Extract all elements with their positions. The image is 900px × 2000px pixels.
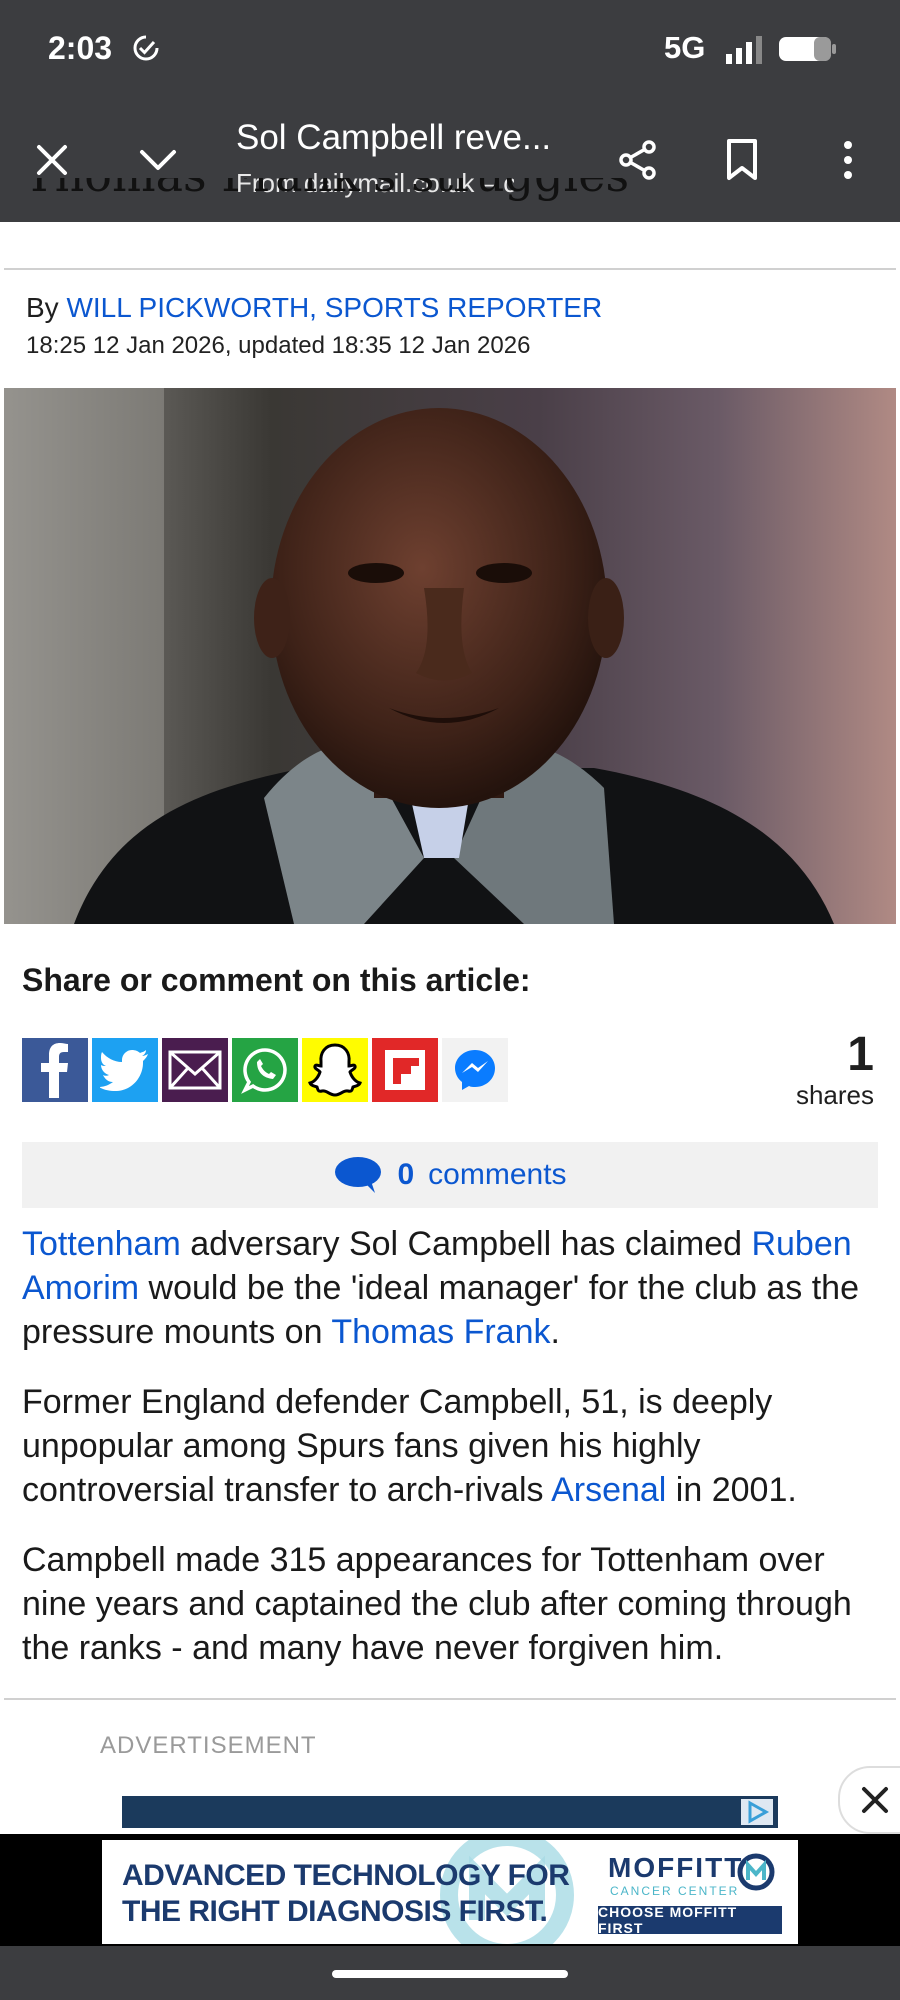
banner-brand: MOFFITT: [608, 1852, 744, 1883]
share-count-number: 1: [847, 1028, 874, 1081]
whatsapp-share-button[interactable]: [232, 1038, 298, 1102]
flipboard-share-button[interactable]: [372, 1038, 438, 1102]
messenger-share-button[interactable]: [442, 1038, 508, 1102]
status-bar: 2:03 5G: [0, 0, 900, 100]
more-menu-button[interactable]: [818, 130, 878, 190]
article-paragraph: Campbell made 315 appearances for Totten…: [22, 1541, 852, 1667]
moffitt-logo-icon: [737, 1853, 775, 1891]
facebook-share-button[interactable]: [22, 1038, 88, 1102]
author-link[interactable]: WILL PICKWORTH, SPORTS REPORTER: [66, 292, 602, 323]
chevron-down-icon: [140, 150, 176, 170]
moffitt-banner-ad[interactable]: ADVANCED TECHNOLOGY FOR THE RIGHT DIAGNO…: [102, 1840, 798, 1944]
signal-icon: [726, 36, 762, 64]
byline-prefix: By: [26, 292, 59, 323]
share-count: 1 shares: [796, 1030, 874, 1111]
article-photo: [4, 388, 896, 924]
page-title: Sol Campbell reve...: [236, 118, 552, 157]
banner-line: ADVANCED TECHNOLOGY FOR: [122, 1859, 570, 1892]
comments-count: 0: [397, 1158, 415, 1191]
tottenham-link[interactable]: Tottenham: [22, 1225, 181, 1263]
comments-button[interactable]: 0 comments: [22, 1142, 878, 1208]
article-paragraph: Former England defender Campbell, 51, is…: [22, 1380, 884, 1512]
share-heading: Share or comment on this article:: [22, 962, 531, 998]
bookmark-icon: [727, 139, 757, 180]
banner-line: THE RIGHT DIAGNOSIS FIRST.: [122, 1895, 548, 1928]
divider: [4, 268, 896, 270]
byline: By WILL PICKWORTH, SPORTS REPORTER: [26, 292, 602, 324]
arsenal-link[interactable]: Arsenal: [551, 1471, 666, 1509]
comment-bubble-icon: [335, 1157, 382, 1193]
banner-brand-sub: CANCER CENTER: [610, 1884, 740, 1898]
twitter-share-button[interactable]: [92, 1038, 158, 1102]
comments-label: comments: [428, 1158, 567, 1191]
network-type: 5G: [664, 30, 706, 65]
share-icons: [22, 1038, 508, 1102]
whatsapp-icon: [241, 1048, 287, 1094]
email-share-button[interactable]: [162, 1038, 228, 1102]
twitter-icon: [100, 1050, 148, 1091]
snapchat-share-button[interactable]: [302, 1038, 368, 1102]
advertisement-slot[interactable]: [122, 1796, 778, 1828]
share-icon: [619, 140, 656, 180]
more-vert-icon: [844, 141, 852, 179]
article-paragraph: Tottenham adversary Sol Campbell has cla…: [22, 1222, 884, 1354]
facebook-icon: [41, 1043, 68, 1098]
email-icon: [168, 1050, 222, 1090]
close-icon: [37, 145, 67, 175]
check-circle-icon: [133, 35, 159, 61]
thomas-frank-link[interactable]: Thomas Frank: [331, 1313, 550, 1351]
banner-cta-button[interactable]: CHOOSE MOFFITT FIRST: [598, 1904, 782, 1936]
close-ad-button[interactable]: [838, 1766, 900, 1834]
status-time: 2:03: [48, 30, 113, 66]
paragraph-text: adversary Sol Campbell has claimed: [180, 1225, 752, 1263]
banner-headline: ADVANCED TECHNOLOGY FOR THE RIGHT DIAGNO…: [122, 1858, 570, 1930]
paragraph-text: in 2001.: [666, 1471, 797, 1509]
bookmark-button[interactable]: [712, 130, 772, 190]
share-count-label: shares: [795, 1080, 874, 1110]
navigation-bar: [0, 1946, 900, 2000]
battery-icon: [779, 37, 836, 61]
flipboard-icon: [385, 1050, 425, 1090]
divider: [4, 1698, 896, 1700]
messenger-icon: [455, 1050, 495, 1090]
advertisement-label: ADVERTISEMENT: [100, 1732, 317, 1759]
snapchat-icon: [308, 1043, 362, 1097]
close-icon: [862, 1787, 888, 1813]
publish-date: 18:25 12 Jan 2026, updated 18:35 12 Jan …: [26, 332, 531, 359]
adchoices-icon[interactable]: [740, 1798, 774, 1826]
paragraph-text: .: [550, 1313, 560, 1351]
home-gesture-handle[interactable]: [332, 1970, 568, 1978]
